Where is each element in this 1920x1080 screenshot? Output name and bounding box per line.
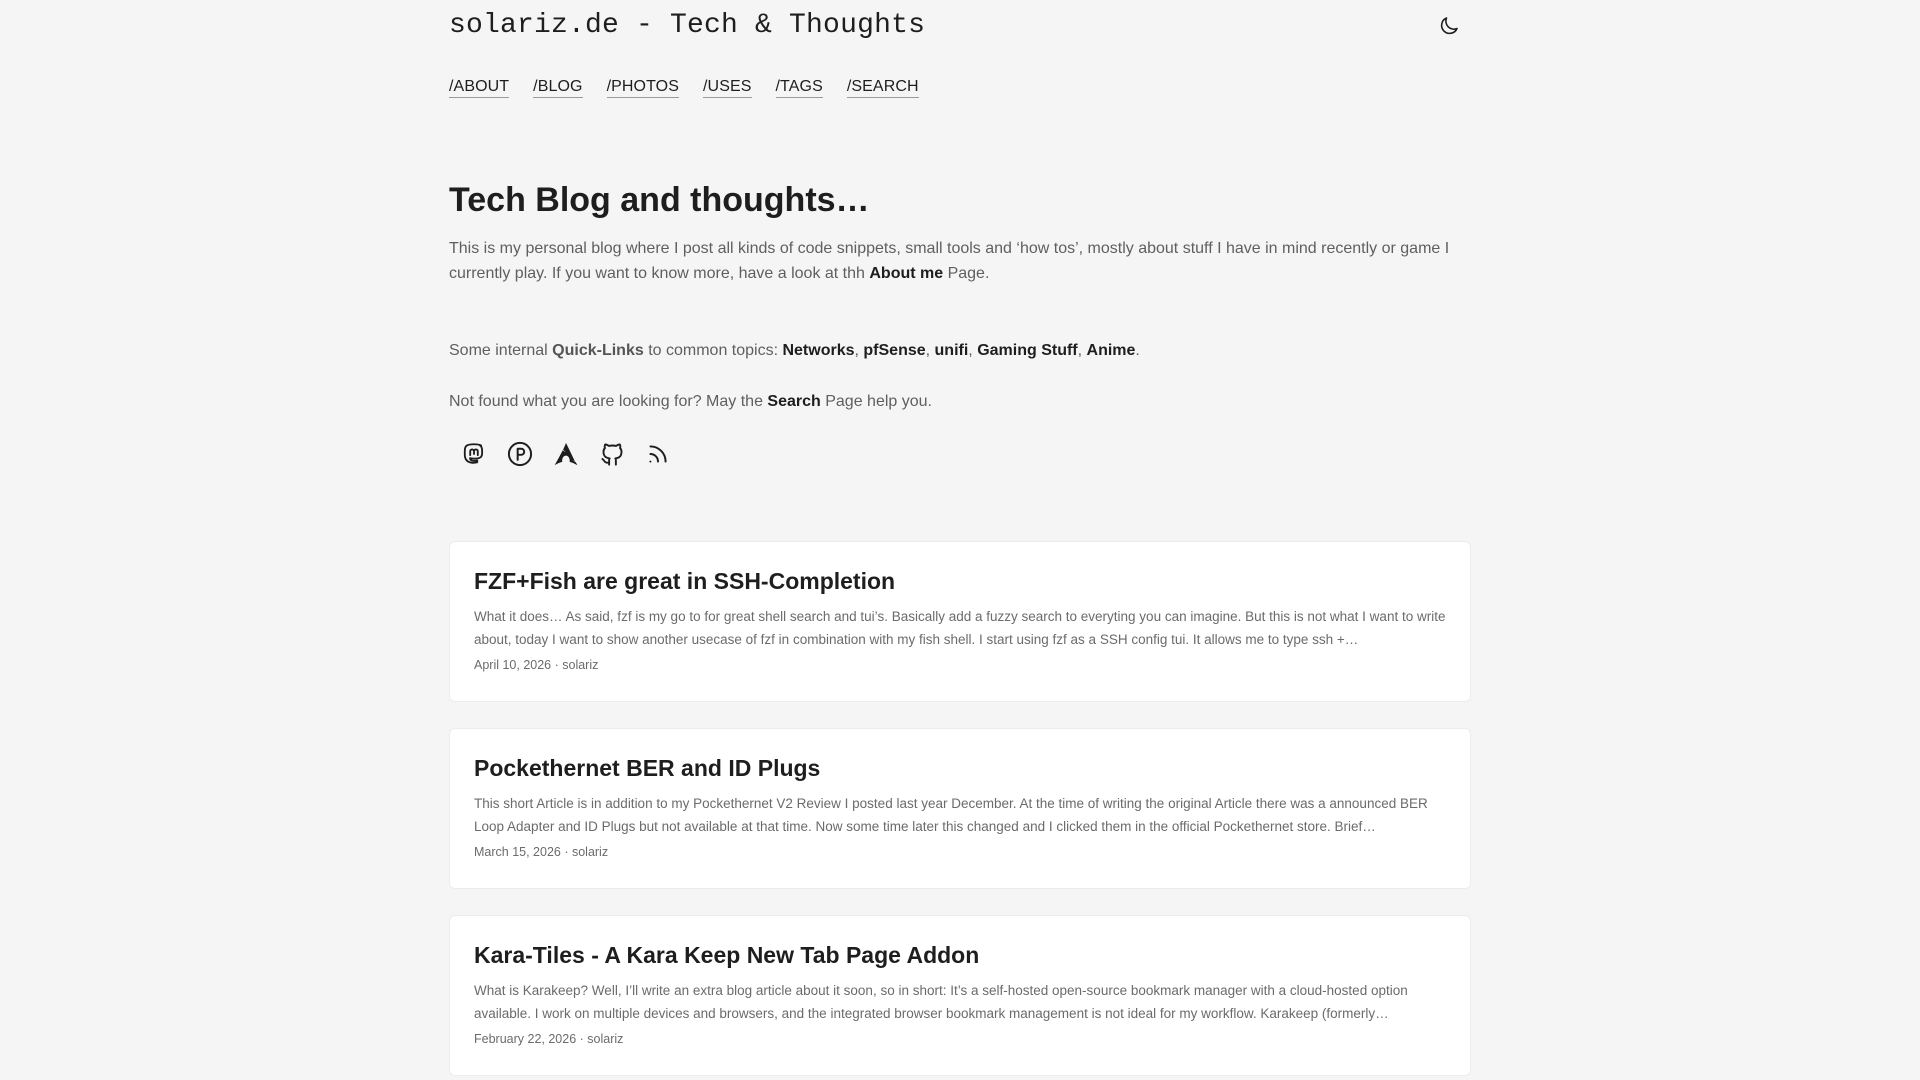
- topic-link-gaming-stuff[interactable]: Gaming Stuff: [977, 342, 1077, 359]
- intro-text-end: Page.: [943, 265, 990, 282]
- quicklinks-label: Quick-Links: [552, 342, 644, 359]
- post-card[interactable]: Pockethernet BER and ID Plugs This short…: [449, 728, 1471, 889]
- post-title[interactable]: Kara-Tiles - A Kara Keep New Tab Page Ad…: [474, 940, 1446, 970]
- post-summary: What is Karakeep? Well, I’ll write an ex…: [474, 983, 1408, 1021]
- topic-link-anime[interactable]: Anime: [1087, 342, 1136, 359]
- topic-link-networks[interactable]: Networks: [782, 342, 854, 359]
- topic-separator: ,: [1077, 342, 1087, 359]
- nav-link-search[interactable]: /SEARCH: [846, 78, 919, 98]
- quicklinks-prefix: Some internal: [449, 342, 553, 359]
- moon-icon[interactable]: [1437, 14, 1461, 38]
- topic-link-unifi[interactable]: unifi: [935, 342, 969, 359]
- post-card[interactable]: Kara-Tiles - A Kara Keep New Tab Page Ad…: [449, 915, 1471, 1076]
- intro-paragraph: This is my personal blog where I post al…: [449, 236, 1471, 286]
- site-header: solariz.de - Tech & Thoughts /ABOUT /BLO…: [449, 0, 1471, 112]
- nav-link-uses[interactable]: /USES: [703, 78, 752, 98]
- quicklinks-end: .: [1135, 342, 1140, 359]
- post-meta: March 15, 2026 · solariz: [474, 845, 609, 859]
- page-title: Tech Blog and thoughts…: [449, 181, 870, 219]
- nav-link-photos[interactable]: /PHOTOS: [606, 78, 679, 98]
- post-summary: This short Article is in addition to my …: [474, 796, 1428, 834]
- search-page-link[interactable]: Search: [767, 393, 820, 410]
- nav-link-about[interactable]: /ABOUT: [449, 78, 510, 98]
- topic-link-pfsense[interactable]: pfSense: [863, 342, 925, 359]
- quicklinks-mid: to common topics:: [643, 342, 783, 359]
- main-nav: /ABOUT /BLOG /PHOTOS /USES /TAGS /SEARCH: [449, 78, 919, 98]
- arch-linux-icon[interactable]: [550, 438, 582, 470]
- mastodon-icon[interactable]: [458, 438, 490, 470]
- about-me-link[interactable]: About me: [869, 265, 943, 282]
- rss-icon[interactable]: [642, 438, 674, 470]
- site-title-link[interactable]: solariz.de - Tech & Thoughts: [449, 10, 925, 41]
- github-icon[interactable]: [596, 438, 628, 470]
- post-summary: What it does… As said, fzf is my go to f…: [474, 609, 1446, 647]
- topic-separator: ,: [925, 342, 935, 359]
- post-list: FZF+Fish are great in SSH-Completion Wha…: [449, 541, 1471, 1076]
- page-container: solariz.de - Tech & Thoughts /ABOUT /BLO…: [449, 0, 1471, 1076]
- search-prefix: Not found what you are looking for? May …: [449, 393, 768, 410]
- post-meta: February 22, 2026 · solariz: [474, 1032, 624, 1046]
- social-links: [458, 438, 1471, 470]
- nav-link-blog[interactable]: /BLOG: [533, 78, 583, 98]
- topic-separator: ,: [968, 342, 978, 359]
- post-title[interactable]: Pockethernet BER and ID Plugs: [474, 753, 1446, 783]
- post-card[interactable]: FZF+Fish are great in SSH-Completion Wha…: [449, 541, 1471, 702]
- post-title[interactable]: FZF+Fish are great in SSH-Completion: [474, 566, 1446, 596]
- search-paragraph: Not found what you are looking for? May …: [449, 389, 1471, 414]
- paypal-icon[interactable]: [504, 438, 536, 470]
- quicklinks-paragraph: Some internal Quick-Links to common topi…: [449, 338, 1471, 363]
- search-end: Page help you.: [820, 393, 932, 410]
- nav-link-tags[interactable]: /TAGS: [775, 78, 823, 98]
- post-meta: April 10, 2026 · solariz: [474, 658, 599, 672]
- intro-section: Tech Blog and thoughts… This is my perso…: [449, 180, 1471, 470]
